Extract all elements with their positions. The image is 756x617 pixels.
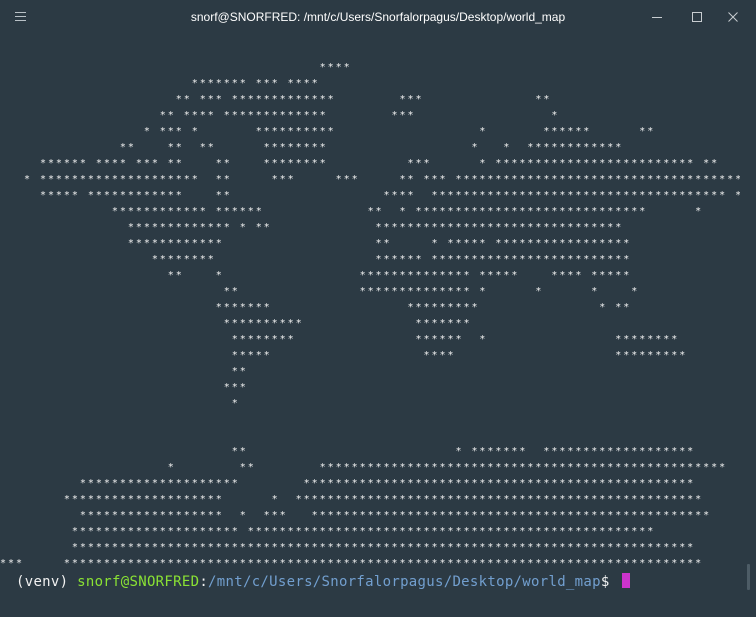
prompt-path: /mnt/c/Users/Snorfalorpagus/Desktop/worl… [208, 574, 601, 590]
ascii-map-line: ************ ****** ** * ***************… [0, 206, 704, 217]
ascii-map-line: ***** ************ ** **** *************… [0, 190, 740, 201]
ascii-map-line: ** * ************** ***** **** ***** [0, 270, 632, 281]
ascii-map-line: ************* * ** *********************… [0, 222, 624, 233]
ascii-map-line: * ** ***********************************… [0, 462, 728, 473]
ascii-map-line: * ******************** ** *** *** ** ***… [0, 174, 740, 185]
terminal-output[interactable]: **** ******* *** **** ** *** ***********… [0, 34, 740, 617]
prompt-dollar: $ [600, 574, 619, 590]
ascii-map-line: ********** ******* * [0, 318, 740, 329]
ascii-map-line: ** ************** * * * * [0, 286, 640, 297]
minimize-icon [652, 17, 662, 18]
scrollbar-thumb[interactable] [747, 564, 750, 590]
close-button[interactable] [710, 0, 756, 34]
prompt-venv: (venv) [16, 574, 78, 590]
ascii-map-line: ** *** ************* *** ** [0, 94, 552, 105]
hamburger-menu-icon[interactable] [14, 9, 28, 23]
ascii-map-line: * [0, 398, 240, 409]
ascii-map-line: ***** **** ********* [0, 350, 688, 361]
ascii-map-line: ****************************************… [0, 542, 696, 553]
prompt-colon: : [199, 574, 209, 590]
ascii-map-line: ******** ****** ************************… [0, 254, 632, 265]
ascii-map-line: * *** * ********** * ****** ** [0, 126, 656, 137]
ascii-map-line: **** [0, 62, 352, 73]
ascii-map-line: ** [0, 366, 248, 377]
ascii-map-line: ** **** ************* *** * [0, 110, 560, 121]
ascii-map-line: ****************** * *** ***************… [0, 510, 712, 521]
ascii-map-line: ****** **** *** ** ** ******** *** * ***… [0, 158, 720, 169]
prompt-user-host: snorf@SNORFRED [77, 574, 200, 590]
maximize-icon [692, 12, 702, 22]
ascii-map-line: *** ************************************… [0, 558, 704, 569]
ascii-map-line: *** [0, 382, 248, 393]
text-cursor [622, 573, 631, 588]
shell-prompt[interactable]: (venv) snorf@SNORFRED:/mnt/c/Users/Snorf… [16, 572, 631, 592]
ascii-map-line: ******* *** **** [0, 78, 320, 89]
ascii-map-line: ************ ** * ***** ****************… [0, 238, 632, 249]
vertical-scrollbar[interactable] [740, 34, 756, 617]
ascii-map-line: ******* ********* * ** [0, 302, 632, 313]
ascii-map-line: ******************** * *****************… [0, 494, 704, 505]
ascii-map-line: ** * ******* ******************* [0, 446, 696, 457]
close-icon [728, 12, 738, 22]
ascii-map-line: ******** ****** * ******** [0, 334, 680, 345]
ascii-map-line: ******************** *******************… [0, 478, 696, 489]
terminal-window: snorf@SNORFRED: /mnt/c/Users/Snorfalorpa… [0, 0, 756, 617]
title-bar: snorf@SNORFRED: /mnt/c/Users/Snorfalorpa… [0, 0, 756, 34]
ascii-map-line: ********************* ******************… [0, 526, 656, 537]
ascii-map-line: ** ** ** ******** * * ************ [0, 142, 624, 153]
